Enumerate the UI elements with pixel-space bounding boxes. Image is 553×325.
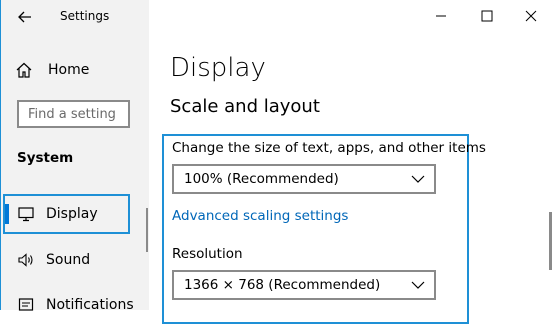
back-arrow-icon	[18, 11, 31, 23]
home-label: Home	[48, 62, 90, 78]
chevron-down-icon	[411, 281, 425, 289]
sidebar-item-display[interactable]: Display	[1, 194, 149, 234]
sidebar-item-label: Sound	[46, 252, 91, 268]
resolution-dropdown[interactable]: 1366 × 768 (Recommended)	[172, 270, 436, 300]
notifications-icon	[18, 298, 34, 311]
maximize-icon	[481, 10, 493, 22]
section-heading: Scale and layout	[170, 96, 320, 117]
page-title: Display	[170, 53, 266, 83]
sidebar: Settings Home System Display S	[1, 0, 149, 313]
app-title: Settings	[60, 9, 110, 23]
resolution-label: Resolution	[172, 246, 243, 262]
sidebar-item-label: Notifications	[46, 297, 134, 313]
scale-dropdown-value: 100% (Recommended)	[184, 171, 339, 187]
speaker-icon	[18, 253, 33, 267]
search-box[interactable]	[17, 100, 130, 128]
home-nav-item[interactable]: Home	[15, 58, 89, 82]
sidebar-scrollbar[interactable]	[146, 208, 148, 252]
back-button[interactable]	[15, 7, 35, 27]
close-button[interactable]	[511, 2, 551, 30]
sidebar-item-label: Display	[46, 206, 98, 222]
resolution-dropdown-value: 1366 × 768 (Recommended)	[184, 277, 381, 293]
chevron-down-icon	[411, 175, 425, 183]
main-scrollbar[interactable]	[549, 212, 552, 270]
home-icon	[16, 62, 32, 78]
advanced-scaling-link[interactable]: Advanced scaling settings	[172, 208, 348, 224]
main-content: Display Scale and layout Change the size…	[149, 0, 553, 324]
search-input[interactable]	[19, 102, 128, 126]
scale-label: Change the size of text, apps, and other…	[172, 140, 486, 156]
settings-window: Settings Home System Display S	[0, 0, 553, 324]
scale-dropdown[interactable]: 100% (Recommended)	[172, 164, 436, 194]
monitor-icon	[18, 207, 34, 222]
minimize-button[interactable]	[421, 2, 461, 30]
minimize-icon	[436, 15, 446, 17]
maximize-button[interactable]	[467, 2, 507, 30]
selected-accent-bar	[5, 204, 9, 224]
section-title: System	[17, 150, 74, 166]
sidebar-item-sound[interactable]: Sound	[1, 240, 149, 280]
sidebar-item-notifications[interactable]: Notifications	[1, 285, 149, 325]
close-icon	[525, 10, 537, 22]
